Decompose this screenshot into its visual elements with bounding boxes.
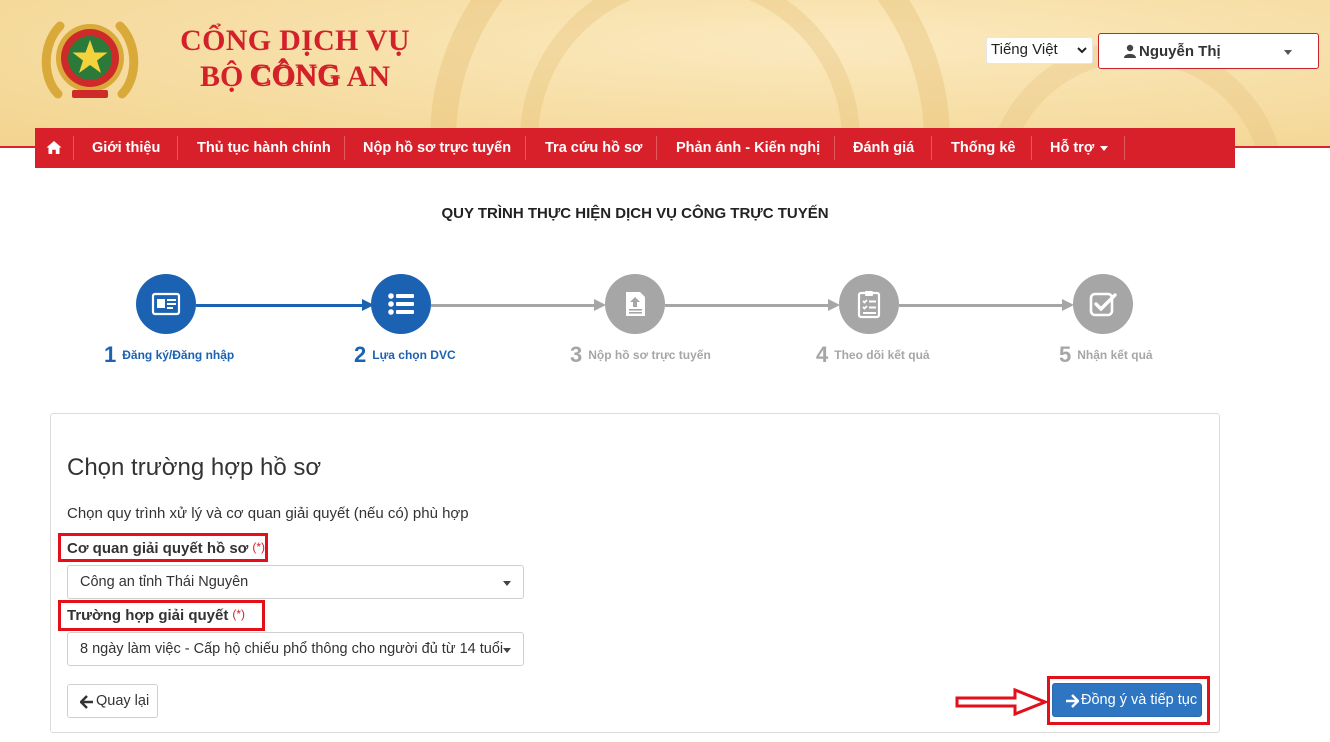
agency-select[interactable]: Công an tỉnh Thái Nguyên xyxy=(67,565,524,599)
panel-title: Chọn trường hợp hồ sơ xyxy=(67,454,322,481)
nav-item-tra-cuu-ho-so[interactable]: Tra cứu hồ sơ xyxy=(545,128,642,168)
check-square-icon xyxy=(1089,292,1117,317)
step-2-label: 2 Lựa chọn DVC xyxy=(354,342,456,368)
nav-separator xyxy=(656,136,657,160)
highlight-box xyxy=(58,600,265,631)
nav-separator xyxy=(344,136,345,160)
user-name: Nguyễn Thị xyxy=(1139,43,1221,60)
language-select-value: Tiếng Việt xyxy=(991,41,1058,58)
nav-separator xyxy=(931,136,932,160)
process-title: QUY TRÌNH THỰC HIỆN DỊCH VỤ CÔNG TRỰC TU… xyxy=(441,205,829,222)
agency-select-value: Công an tỉnh Thái Nguyên xyxy=(80,574,249,590)
nav-item-ho-tro-label: Hỗ trợ xyxy=(1050,140,1095,156)
nav-item-ho-tro[interactable]: Hỗ trợ xyxy=(1050,128,1109,168)
user-menu-button[interactable]: Nguyễn Thị xyxy=(1098,33,1319,69)
arrow-left-icon xyxy=(80,695,93,709)
step-2-circle xyxy=(371,274,431,334)
nav-separator xyxy=(177,136,178,160)
highlight-box xyxy=(58,533,268,562)
main-nav: Giới thiệu Thủ tục hành chính Nộp hồ sơ … xyxy=(35,128,1235,168)
upload-document-icon xyxy=(626,292,645,316)
case-selection-panel: Chọn trường hợp hồ sơ Chọn quy trình xử … xyxy=(50,413,1220,733)
case-select-value: 8 ngày làm việc - Cấp hộ chiếu phổ thông… xyxy=(80,641,504,657)
step-4-text: Theo dõi kết quả xyxy=(834,348,930,362)
arrow-right-icon xyxy=(1066,694,1079,708)
nav-separator xyxy=(834,136,835,160)
nav-item-thu-tuc-hanh-chinh[interactable]: Thủ tục hành chính xyxy=(197,128,331,168)
back-button-label: Quay lại xyxy=(96,693,150,709)
annotation-arrow-icon xyxy=(955,688,1047,716)
nav-separator xyxy=(525,136,526,160)
site-title-line2: BỘ CÔNG AN xyxy=(199,60,391,93)
step-4-circle xyxy=(839,274,899,334)
step-3-label: 3 Nộp hồ sơ trực tuyến xyxy=(570,342,711,368)
nav-item-gioi-thieu[interactable]: Giới thiệu xyxy=(92,128,160,168)
step-5-text: Nhận kết quả xyxy=(1077,348,1153,362)
step-connector xyxy=(196,304,368,307)
clipboard-checklist-icon xyxy=(857,291,881,319)
step-3-text: Nộp hồ sơ trực tuyến xyxy=(588,348,711,362)
back-button[interactable]: Quay lại xyxy=(67,684,158,718)
agree-continue-label: Đồng ý và tiếp tục xyxy=(1081,692,1198,708)
chevron-down-icon xyxy=(1077,47,1087,54)
step-3-number: 3 xyxy=(570,342,583,367)
step-3-circle xyxy=(605,274,665,334)
step-5-circle xyxy=(1073,274,1133,334)
police-emblem-icon[interactable] xyxy=(36,14,144,104)
step-1-number: 1 xyxy=(104,342,117,367)
header-pattern xyxy=(520,0,860,146)
caret-down-icon xyxy=(503,581,511,586)
caret-down-icon xyxy=(1100,145,1109,151)
step-1-label: 1 Đăng ký/Đăng nhập xyxy=(104,342,234,368)
step-connector xyxy=(899,304,1067,307)
step-1-text: Đăng ký/Đăng nhập xyxy=(122,348,235,362)
nav-item-danh-gia[interactable]: Đánh giá xyxy=(853,128,914,168)
step-1-circle xyxy=(136,274,196,334)
step-connector xyxy=(665,304,833,307)
nav-item-thong-ke[interactable]: Thống kê xyxy=(951,128,1015,168)
step-4-label: 4 Theo dõi kết quả xyxy=(816,342,930,368)
nav-separator xyxy=(73,136,74,160)
site-header: CỔNG DỊCH VỤ CÔNG BỘ CÔNG AN Tiếng Việt … xyxy=(0,0,1330,146)
case-select[interactable]: 8 ngày làm việc - Cấp hộ chiếu phổ thông… xyxy=(67,632,524,666)
step-5-number: 5 xyxy=(1059,342,1072,367)
process-steps: 1 Đăng ký/Đăng nhập 2 Lựa chọn DVC 3 Nộp hồ… xyxy=(0,260,1330,380)
list-icon xyxy=(388,293,414,315)
nav-separator xyxy=(1124,136,1125,160)
step-4-number: 4 xyxy=(816,342,829,367)
user-icon xyxy=(1124,44,1136,58)
panel-subtitle: Chọn quy trình xử lý và cơ quan giải quy… xyxy=(67,505,469,522)
step-2-text: Lựa chọn DVC xyxy=(372,348,456,362)
nav-item-phan-anh-kien-nghi[interactable]: Phản ánh - Kiến nghị xyxy=(676,128,820,168)
step-connector xyxy=(431,304,599,307)
home-icon[interactable] xyxy=(46,140,62,155)
id-card-icon xyxy=(151,292,181,316)
caret-down-icon xyxy=(1284,50,1292,55)
step-5-label: 5 Nhận kết quả xyxy=(1059,342,1153,368)
nav-item-nop-ho-so[interactable]: Nộp hồ sơ trực tuyến xyxy=(363,128,511,168)
nav-separator xyxy=(1031,136,1032,160)
language-select[interactable]: Tiếng Việt xyxy=(986,37,1093,64)
step-2-number: 2 xyxy=(354,342,367,367)
agree-continue-button[interactable]: Đồng ý và tiếp tục xyxy=(1052,683,1202,717)
caret-down-icon xyxy=(503,648,511,653)
